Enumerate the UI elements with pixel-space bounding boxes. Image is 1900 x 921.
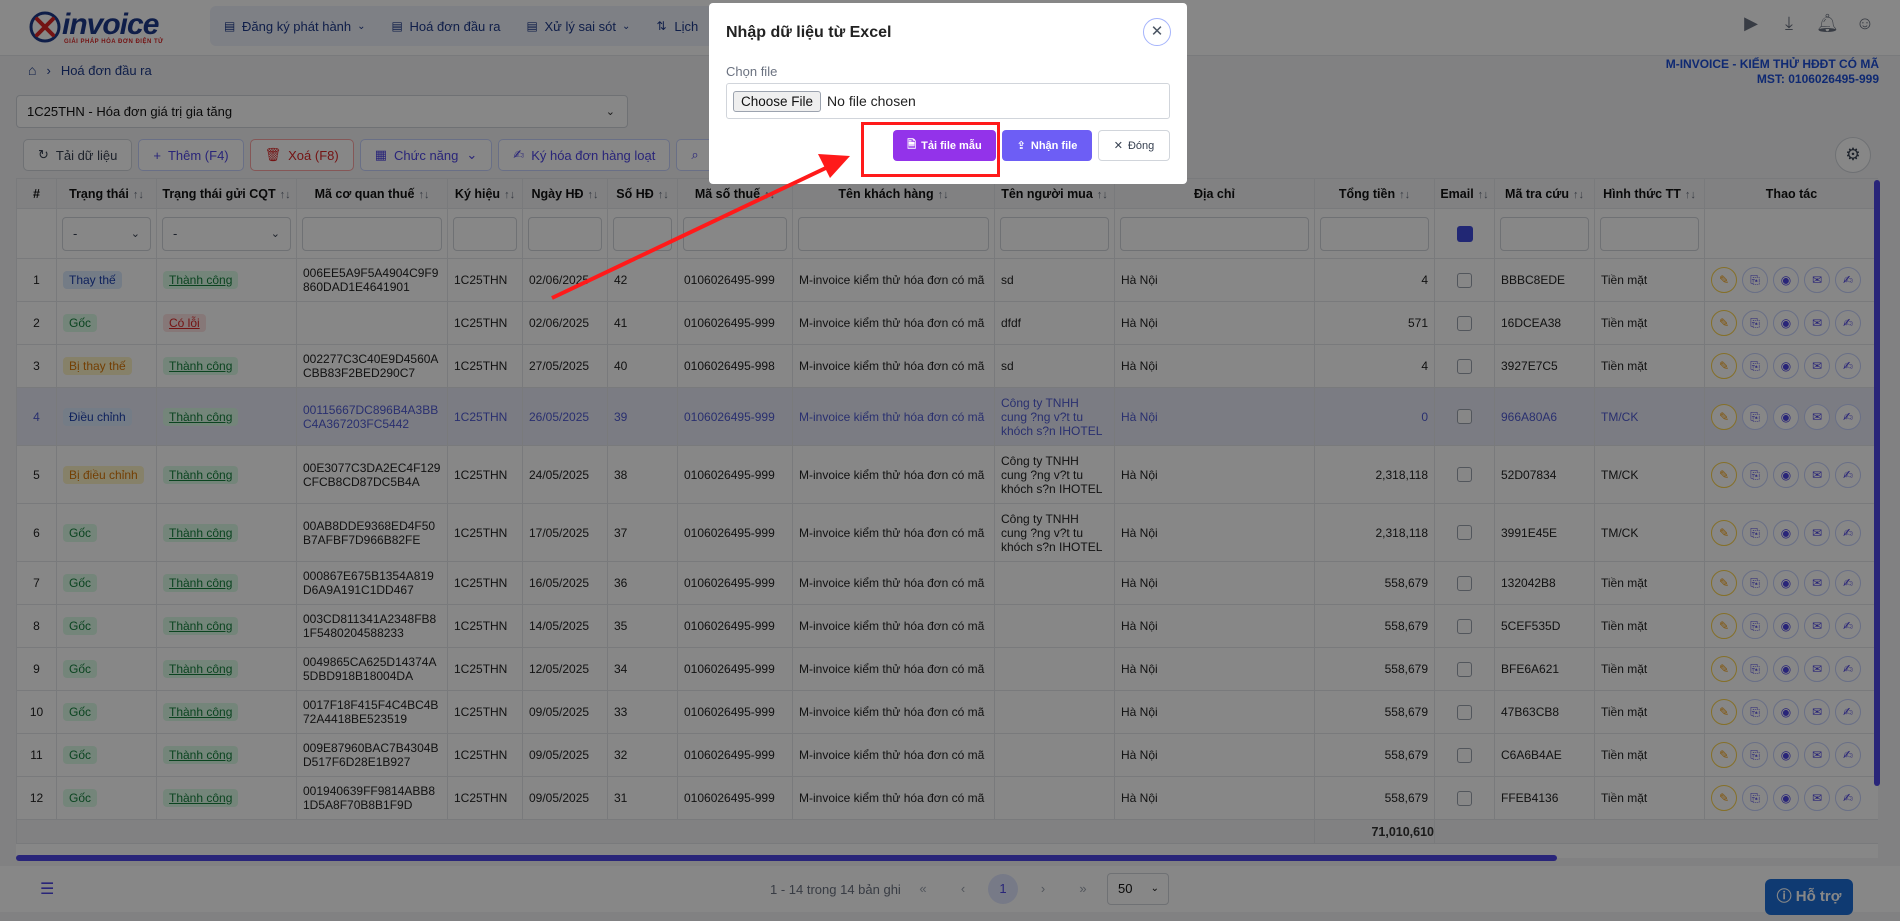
- dialog-title: Nhập dữ liệu từ Excel: [726, 24, 892, 41]
- file-status: No file chosen: [827, 93, 916, 109]
- close-icon: ✕: [1150, 23, 1164, 40]
- dialog-close-button[interactable]: ✕: [1143, 18, 1171, 46]
- receive-file-label: Nhận file: [1030, 139, 1078, 152]
- close-label: Đóng: [1127, 139, 1155, 152]
- receive-file-button[interactable]: ⇪ Nhận file: [1002, 130, 1092, 161]
- close-button[interactable]: ✕ Đóng: [1098, 130, 1170, 161]
- upload-icon: ⇪: [1016, 140, 1026, 152]
- choose-file-button[interactable]: Choose File: [733, 90, 822, 112]
- close-icon: ✕: [1113, 140, 1123, 152]
- file-input[interactable]: Choose File No file chosen: [726, 83, 1170, 119]
- annotation-highlight-box: [861, 122, 1000, 177]
- file-label: Chọn file: [726, 64, 778, 79]
